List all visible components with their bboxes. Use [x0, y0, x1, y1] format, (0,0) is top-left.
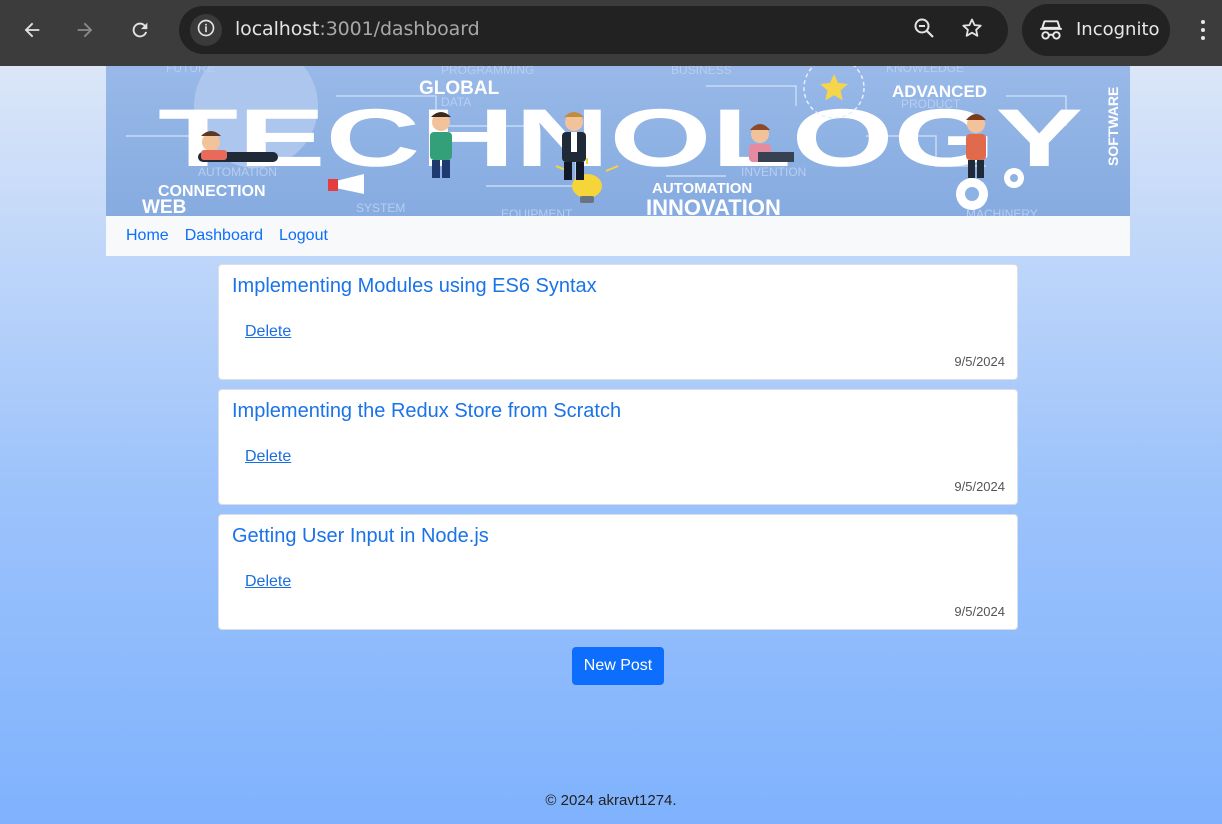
post-title[interactable]: Implementing Modules using ES6 Syntax — [232, 275, 597, 298]
banner-word-future: FUTURE — [166, 66, 215, 75]
post-card: Getting User Input in Node.js Delete 9/5… — [218, 514, 1018, 630]
technology-banner: FUTURE PROGRAMMING BUSINESS KNOWLEDGE DA… — [106, 66, 1130, 216]
incognito-indicator[interactable]: Incognito — [1022, 4, 1170, 56]
banner-word-equipment: EQUIPMENT — [501, 207, 573, 216]
delete-post-link[interactable]: Delete — [245, 573, 291, 591]
forward-arrow-icon — [74, 19, 96, 41]
incognito-icon — [1038, 17, 1064, 48]
banner-word-software: SOFTWARE — [1105, 87, 1121, 166]
post-card: Implementing Modules using ES6 Syntax De… — [218, 264, 1018, 380]
post-card: Implementing the Redux Store from Scratc… — [218, 389, 1018, 505]
nav-link-home[interactable]: Home — [126, 227, 169, 245]
post-date: 9/5/2024 — [954, 354, 1005, 369]
reload-icon — [129, 19, 151, 41]
banner-word-business: BUSINESS — [671, 66, 732, 77]
url-host: localhost — [235, 18, 320, 40]
address-bar[interactable]: localhost:3001/dashboard — [179, 6, 1008, 54]
nav-link-logout[interactable]: Logout — [279, 227, 328, 245]
url-text[interactable]: localhost:3001/dashboard — [235, 18, 480, 40]
site-info-button[interactable] — [190, 14, 222, 46]
bookmark-button[interactable] — [960, 18, 984, 42]
banner-word-programming: PROGRAMMING — [441, 66, 534, 77]
back-arrow-icon — [21, 19, 43, 41]
nav-link-dashboard[interactable]: Dashboard — [185, 227, 263, 245]
post-title[interactable]: Getting User Input in Node.js — [232, 525, 489, 548]
delete-post-link[interactable]: Delete — [245, 448, 291, 466]
new-post-button[interactable]: New Post — [572, 647, 664, 685]
post-date: 9/5/2024 — [954, 604, 1005, 619]
browser-toolbar: localhost:3001/dashboard Incognito — [0, 0, 1222, 66]
url-path: :3001/dashboard — [319, 18, 480, 40]
site-navbar: Home Dashboard Logout — [106, 216, 1130, 256]
forward-button[interactable] — [67, 12, 103, 48]
zoom-icon — [912, 16, 936, 45]
delete-post-link[interactable]: Delete — [245, 323, 291, 341]
back-button[interactable] — [14, 12, 50, 48]
post-title[interactable]: Implementing the Redux Store from Scratc… — [232, 400, 621, 423]
browser-menu-button[interactable] — [1190, 12, 1216, 48]
banner-word-web: WEB — [142, 197, 186, 216]
footer-copyright: © 2024 akravt1274. — [545, 792, 677, 809]
menu-kebab-icon — [1201, 20, 1205, 40]
incognito-label: Incognito — [1076, 19, 1160, 40]
post-date: 9/5/2024 — [954, 479, 1005, 494]
zoom-button[interactable] — [912, 18, 936, 42]
reload-button[interactable] — [122, 12, 158, 48]
bookmark-star-icon — [960, 16, 984, 45]
site-info-icon — [196, 18, 216, 43]
banner-illustration: FUTURE PROGRAMMING BUSINESS KNOWLEDGE DA… — [106, 66, 1130, 216]
banner-word-system: SYSTEM — [356, 201, 405, 215]
banner-word-innovation: INNOVATION — [646, 195, 781, 216]
banner-word-knowledge: KNOWLEDGE — [886, 66, 964, 75]
banner-title: TECHNOLOGY — [158, 93, 1083, 184]
page-body: FUTURE PROGRAMMING BUSINESS KNOWLEDGE DA… — [0, 66, 1222, 824]
